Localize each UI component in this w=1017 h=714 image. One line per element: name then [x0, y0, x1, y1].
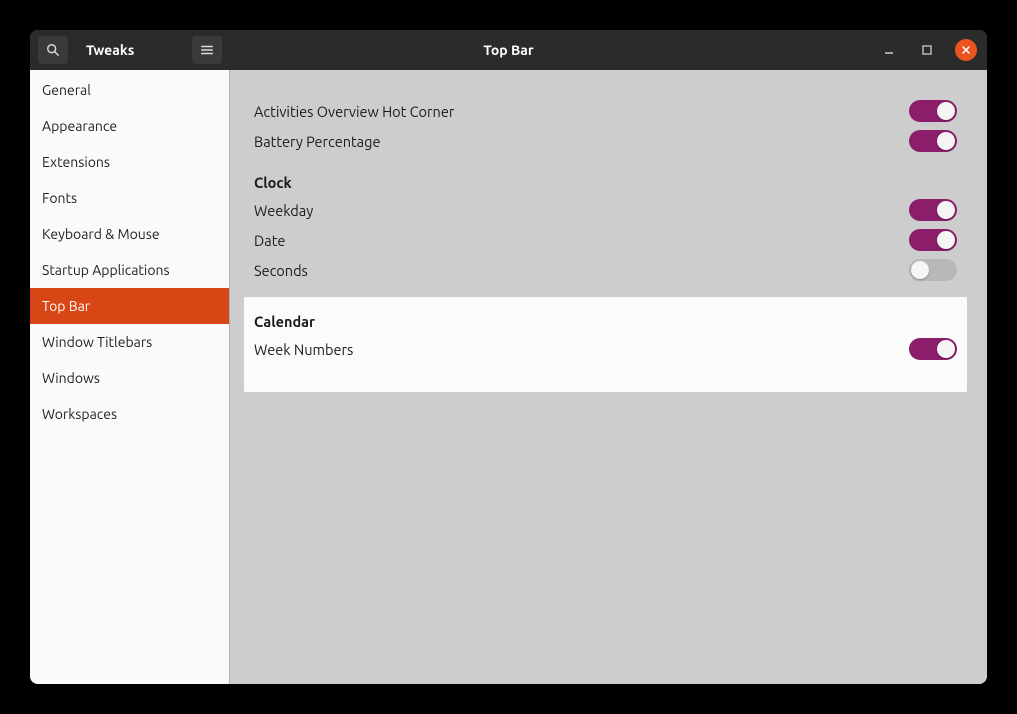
titlebar: Tweaks Top Bar	[30, 30, 987, 70]
row-weekday: Weekday	[254, 195, 957, 225]
battery-percentage-switch[interactable]	[909, 130, 957, 152]
sidebar-item-workspaces[interactable]: Workspaces	[30, 396, 229, 432]
battery-percentage-label: Battery Percentage	[254, 133, 380, 150]
sidebar-item-label: Appearance	[42, 118, 117, 134]
row-date: Date	[254, 225, 957, 255]
date-switch[interactable]	[909, 229, 957, 251]
sidebar-item-label: Fonts	[42, 190, 77, 206]
seconds-label: Seconds	[254, 262, 308, 279]
activities-hot-corner-label: Activities Overview Hot Corner	[254, 103, 454, 120]
sidebar-item-label: Window Titlebars	[42, 334, 152, 350]
page-title: Top Bar	[483, 42, 533, 58]
calendar-heading: Calendar	[254, 313, 957, 330]
sidebar-item-label: Startup Applications	[42, 262, 170, 278]
activities-hot-corner-switch[interactable]	[909, 100, 957, 122]
sidebar-item-startup-applications[interactable]: Startup Applications	[30, 252, 229, 288]
sidebar-item-label: Keyboard & Mouse	[42, 226, 160, 242]
sidebar-item-appearance[interactable]: Appearance	[30, 108, 229, 144]
switch-knob	[937, 340, 955, 358]
row-battery-percentage: Battery Percentage	[254, 126, 957, 156]
week-numbers-label: Week Numbers	[254, 341, 353, 358]
sidebar-item-extensions[interactable]: Extensions	[30, 144, 229, 180]
switch-knob	[937, 231, 955, 249]
sidebar-item-label: Windows	[42, 370, 100, 386]
maximize-button[interactable]	[917, 40, 937, 60]
search-button[interactable]	[38, 36, 68, 64]
tweaks-window: Tweaks Top Bar General Appearance Extensio…	[30, 30, 987, 684]
menu-button[interactable]	[192, 36, 222, 64]
sidebar-item-windows[interactable]: Windows	[30, 360, 229, 396]
close-icon	[961, 45, 971, 55]
maximize-icon	[922, 45, 932, 55]
sidebar-item-label: Extensions	[42, 154, 110, 170]
sidebar: General Appearance Extensions Fonts Keyboard…	[30, 70, 230, 684]
switch-knob	[911, 261, 929, 279]
sidebar-item-keyboard-mouse[interactable]: Keyboard & Mouse	[30, 216, 229, 252]
switch-knob	[937, 132, 955, 150]
row-seconds: Seconds	[254, 255, 957, 285]
hamburger-icon	[200, 43, 214, 57]
sidebar-item-label: General	[42, 82, 91, 98]
sidebar-item-label: Top Bar	[42, 298, 90, 314]
switch-knob	[937, 102, 955, 120]
content-pane: Activities Overview Hot Corner Battery P…	[230, 70, 987, 684]
row-activities-hot-corner: Activities Overview Hot Corner	[254, 96, 957, 126]
switch-knob	[937, 201, 955, 219]
sidebar-item-fonts[interactable]: Fonts	[30, 180, 229, 216]
app-title: Tweaks	[86, 42, 188, 58]
minimize-icon	[884, 45, 894, 55]
section-general: Activities Overview Hot Corner Battery P…	[244, 88, 967, 162]
sidebar-item-label: Workspaces	[42, 406, 117, 422]
close-button[interactable]	[955, 39, 977, 61]
window-controls	[879, 39, 977, 61]
row-week-numbers: Week Numbers	[254, 334, 957, 364]
window-body: General Appearance Extensions Fonts Keyboard…	[30, 70, 987, 684]
search-icon	[46, 43, 60, 57]
date-label: Date	[254, 232, 285, 249]
minimize-button[interactable]	[879, 40, 899, 60]
sidebar-item-window-titlebars[interactable]: Window Titlebars	[30, 324, 229, 360]
weekday-label: Weekday	[254, 202, 313, 219]
sidebar-item-general[interactable]: General	[30, 72, 229, 108]
sidebar-item-top-bar[interactable]: Top Bar	[30, 288, 229, 324]
seconds-switch[interactable]	[909, 259, 957, 281]
section-clock: Clock Weekday Date Seconds	[244, 162, 967, 291]
weekday-switch[interactable]	[909, 199, 957, 221]
titlebar-left: Tweaks	[30, 36, 230, 64]
section-calendar: Calendar Week Numbers	[244, 297, 967, 392]
week-numbers-switch[interactable]	[909, 338, 957, 360]
clock-heading: Clock	[254, 174, 957, 191]
